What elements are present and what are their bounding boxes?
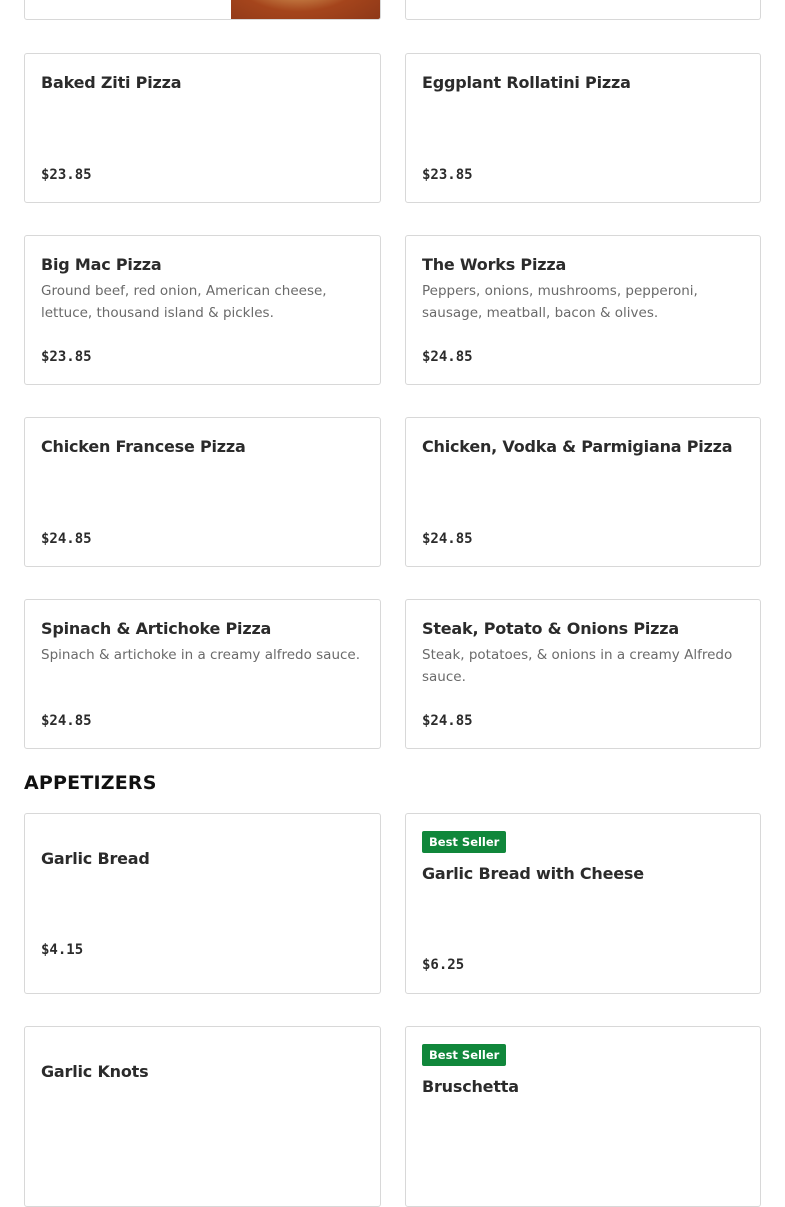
item-name: Garlic Bread — [41, 849, 150, 868]
item-description: Steak, potatoes, & onions in a creamy Al… — [422, 647, 733, 685]
best-seller-badge: Best Seller — [422, 1044, 507, 1066]
item-price: $24.85 — [41, 531, 92, 547]
item-name: Bruschetta — [422, 1077, 519, 1096]
item-name: Steak, Potato & Onions Pizza — [422, 619, 679, 638]
item-description: Peppers, onions, mushrooms, pepperoni, s… — [422, 283, 698, 321]
menu-item-card[interactable]: Big Mac Pizza Ground beef, red onion, Am… — [24, 235, 381, 385]
item-name: Spinach & Artichoke Pizza — [41, 619, 272, 638]
item-price: $24.85 — [422, 349, 473, 365]
menu-item-card[interactable]: Eggplant Rollatini Pizza $23.85 — [405, 53, 761, 203]
menu-item-card[interactable]: Best Seller Garlic Bread with Cheese $6.… — [405, 813, 761, 994]
menu-item-card[interactable]: Garlic Knots — [24, 1026, 381, 1207]
item-name: Garlic Knots — [41, 1062, 149, 1081]
item-price: $24.85 — [422, 531, 473, 547]
item-name: Eggplant Rollatini Pizza — [422, 73, 631, 92]
item-description: Ground beef, red onion, American cheese,… — [41, 283, 327, 321]
menu-item-card[interactable]: The Works Pizza Peppers, onions, mushroo… — [405, 235, 761, 385]
menu-item-card[interactable]: Steak, Potato & Onions Pizza Steak, pota… — [405, 599, 761, 749]
item-price: $24.85 — [41, 713, 92, 729]
best-seller-badge: Best Seller — [422, 831, 507, 853]
item-name: Chicken Francese Pizza — [41, 437, 246, 456]
menu-item-card[interactable]: Baked Ziti Pizza $23.85 — [24, 53, 381, 203]
item-name: Big Mac Pizza — [41, 255, 162, 274]
menu-item-card[interactable]: Best Seller Bruschetta — [405, 1026, 761, 1207]
menu-item-card[interactable] — [405, 0, 761, 20]
item-name: Chicken, Vodka & Parmigiana Pizza — [422, 437, 733, 456]
menu-item-card[interactable] — [24, 0, 381, 20]
menu-item-card[interactable]: Chicken Francese Pizza $24.85 — [24, 417, 381, 567]
item-price: $23.85 — [41, 167, 92, 183]
item-price: $4.15 — [41, 942, 84, 958]
item-price: $6.25 — [422, 957, 465, 973]
item-price: $23.85 — [41, 349, 92, 365]
item-price: $23.85 — [422, 167, 473, 183]
menu-item-card[interactable]: Garlic Bread $4.15 — [24, 813, 381, 994]
item-name: Baked Ziti Pizza — [41, 73, 182, 92]
item-description: Spinach & artichoke in a creamy alfredo … — [41, 647, 361, 663]
section-title-appetizers: APPETIZERS — [24, 772, 157, 794]
menu-item-card[interactable]: Spinach & Artichoke Pizza Spinach & arti… — [24, 599, 381, 749]
item-name: Garlic Bread with Cheese — [422, 864, 644, 883]
pizza-image — [231, 0, 380, 19]
menu-item-card[interactable]: Chicken, Vodka & Parmigiana Pizza $24.85 — [405, 417, 761, 567]
item-price: $24.85 — [422, 713, 473, 729]
item-name: The Works Pizza — [422, 255, 567, 274]
